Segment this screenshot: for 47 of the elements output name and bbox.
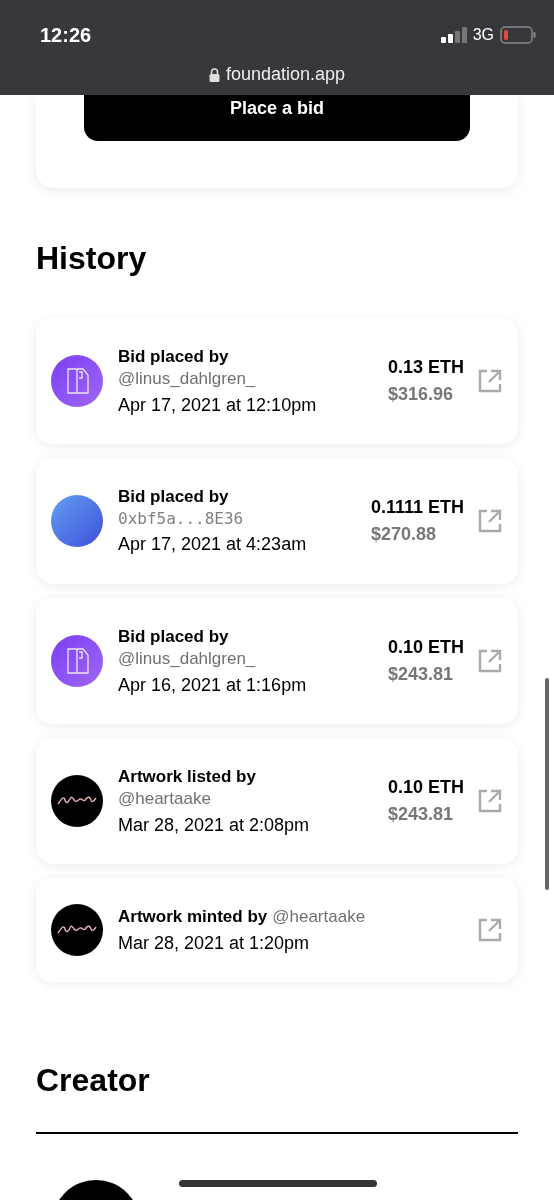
avatar [51, 355, 103, 407]
history-card[interactable]: Bid placed by @linus_dahlgren_ Apr 17, 2021 at 12:10pm 0.13 ETH $316.96 [36, 318, 518, 444]
action-label: Artwork minted by [118, 906, 268, 927]
date-text: Mar 28, 2021 at 1:20pm [118, 932, 311, 954]
usd-amount: $243.81 [387, 804, 455, 825]
external-link-icon[interactable] [478, 369, 502, 393]
action-label: Artwork listed by [118, 766, 257, 787]
eth-amount: 0.10 ETH [387, 777, 464, 798]
user-link[interactable]: @linus_dahlgren_ [118, 368, 388, 389]
history-card[interactable]: Bid placed by 0xbf5a...8E36 Apr 17, 2021 at 4:23am 0.1111 ETH $270.88 [36, 458, 518, 584]
history-card[interactable]: Bid placed by @linus_dahlgren_ Apr 16, 2021 at 1:16pm 0.10 ETH $243.81 [36, 598, 518, 724]
eth-amount: 0.1111 ETH [370, 497, 464, 518]
date-text: Apr 17, 2021 at 4:23am [118, 534, 308, 555]
avatar [51, 775, 103, 827]
history-card[interactable]: Artwork listed by @heartaake Mar 28, 2021 at 2:08pm 0.10 ETH $243.81 [36, 738, 518, 864]
date-text: Apr 16, 2021 at 1:16pm [118, 674, 308, 696]
section-heading: History [36, 240, 148, 276]
date-text: Mar 28, 2021 at 2:08pm [118, 814, 311, 836]
url-text[interactable]: foundation.app [225, 64, 346, 85]
action-label: Bid placed by [118, 626, 230, 647]
usd-amount: $270.88 [370, 524, 437, 545]
usd-amount: $243.81 [387, 664, 455, 685]
user-link[interactable]: @heartaake [118, 788, 388, 809]
date-text: Apr 17, 2021 at 12:10pm [118, 394, 318, 416]
user-link[interactable]: @linus_dahlgren_ [118, 648, 388, 669]
lock-icon [208, 67, 220, 82]
network-label: 3G [472, 26, 494, 44]
signal-icon [440, 27, 467, 43]
external-link-icon[interactable] [478, 789, 502, 813]
action-label: Bid placed by [118, 346, 230, 367]
avatar [51, 495, 103, 547]
eth-amount: 0.13 ETH [387, 357, 464, 378]
usd-amount: $316.96 [387, 384, 455, 405]
action-label: Bid placed by [118, 487, 230, 507]
history-card[interactable]: Artwork minted by @heartaake Mar 28, 2021 at 1:20pm [36, 878, 518, 982]
section-heading: Creator [36, 1062, 151, 1098]
user-link[interactable]: 0xbf5a...8E36 [118, 509, 371, 528]
external-link-icon[interactable] [478, 918, 502, 942]
avatar [51, 635, 103, 687]
avatar [51, 904, 103, 956]
user-link[interactable]: @heartaake [272, 906, 366, 927]
battery-icon [500, 26, 536, 44]
external-link-icon[interactable] [478, 649, 502, 673]
place-bid-button[interactable]: Place a bid [84, 95, 470, 141]
external-link-icon[interactable] [478, 509, 502, 533]
clock-time: 12:26 [40, 23, 92, 47]
eth-amount: 0.10 ETH [387, 637, 464, 658]
